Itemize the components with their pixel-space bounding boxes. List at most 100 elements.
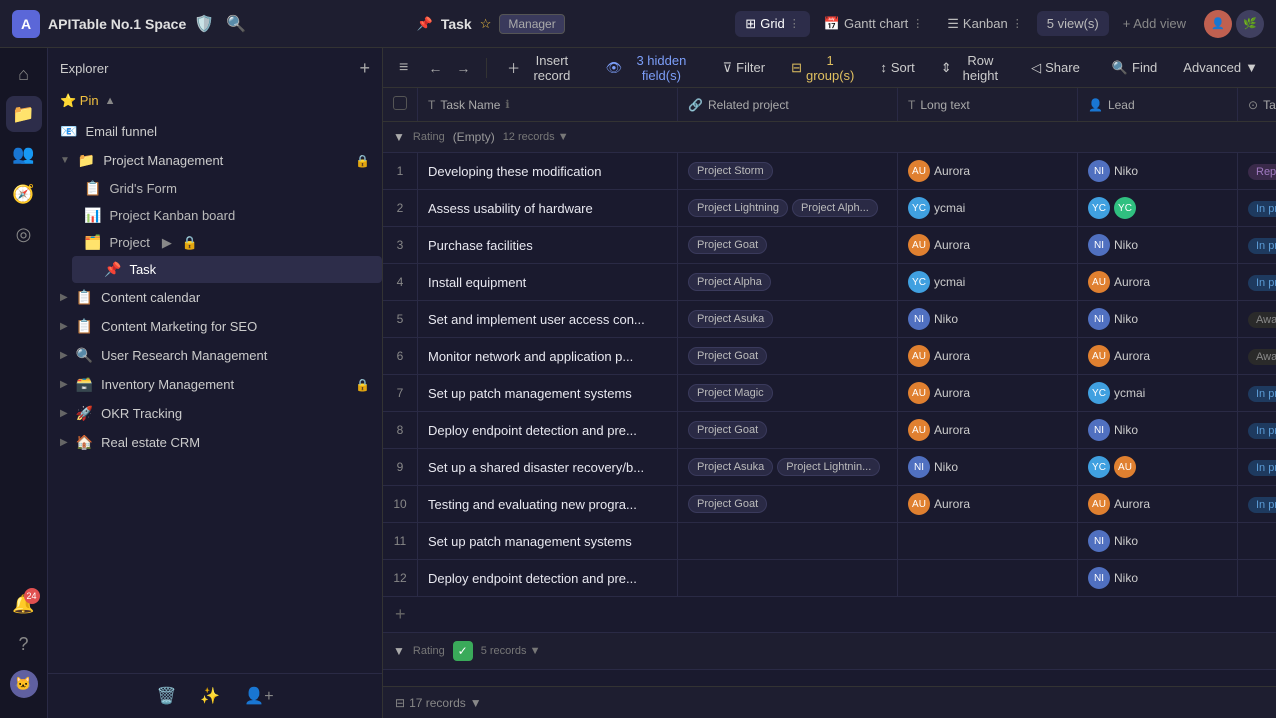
tab-gantt[interactable]: 📅 Gantt chart ⋮ — [814, 11, 934, 37]
workspace-name: APITable No.1 Space — [48, 16, 186, 32]
collapse-sidebar-button[interactable]: ≡ — [391, 55, 416, 81]
row-number: 5 — [383, 301, 418, 338]
status-cell: In prog... — [1238, 227, 1276, 264]
task-name-cell[interactable]: Set up patch management systems — [418, 523, 678, 560]
advanced-button[interactable]: Advanced ▼ — [1173, 56, 1268, 79]
task-name-cell[interactable]: Deploy endpoint detection and pre... — [418, 412, 678, 449]
group-button[interactable]: ⊟ 1 group(s) — [781, 49, 864, 87]
task-name-cell[interactable]: Set up patch management systems — [418, 375, 678, 412]
records-dropdown-icon[interactable]: ▼ — [470, 696, 482, 710]
advanced-chevron-icon: ▼ — [1245, 60, 1258, 75]
filter-button[interactable]: ⊽ Filter — [713, 56, 775, 80]
nav-icon-compass[interactable]: 🧭 — [6, 176, 42, 212]
nav-icon-help[interactable]: ? — [6, 626, 42, 662]
project-tag[interactable]: Project Asuka — [688, 310, 773, 328]
sidebar-item-label: Email funnel — [85, 124, 370, 139]
col-lead: 👤 Lead — [1078, 88, 1238, 122]
group-toggle-icon[interactable]: ▼ — [393, 130, 405, 144]
task-name-cell[interactable]: Set up a shared disaster recovery/b... — [418, 449, 678, 486]
insert-record-button[interactable]: ＋ Insert record — [497, 49, 589, 87]
find-button[interactable]: 🔍 Find — [1102, 56, 1167, 80]
col-info-icon[interactable]: ℹ — [505, 98, 509, 111]
sidebar-item-grids-form[interactable]: 📋 Grid's Form — [72, 175, 382, 202]
status-cell: In prog... — [1238, 264, 1276, 301]
task-name-cell[interactable]: Testing and evaluating new progra... — [418, 486, 678, 523]
project-tag[interactable]: Project Asuka — [688, 458, 773, 476]
task-name-cell[interactable]: Developing these modification — [418, 153, 678, 190]
gantt-more-icon[interactable]: ⋮ — [912, 17, 923, 30]
sidebar-item-email-funnel[interactable]: 📧 Email funnel — [48, 117, 382, 146]
nav-icon-user[interactable]: 🐱 — [6, 666, 42, 702]
add-row[interactable]: + — [383, 597, 1276, 633]
share-button[interactable]: ◁ Share — [1021, 56, 1090, 80]
hidden-fields-button[interactable]: 👁 3 hidden field(s) — [596, 49, 707, 87]
project-tag[interactable]: Project Goat — [688, 495, 767, 513]
add-row-button[interactable]: + — [383, 597, 1276, 633]
task-star-icon[interactable]: ☆ — [480, 16, 492, 32]
okr-icon: 🚀 — [76, 405, 93, 422]
tab-grid[interactable]: ⊞ Grid ⋮ — [735, 11, 809, 37]
project-tag[interactable]: Project Magic — [688, 384, 773, 402]
task-name-cell[interactable]: Set and implement user access con... — [418, 301, 678, 338]
row-height-button[interactable]: ⇕ Row height — [931, 49, 1015, 87]
select-all-checkbox[interactable] — [393, 96, 407, 110]
sidebar-magic-button[interactable]: ✨ — [200, 686, 220, 706]
task-name-cell[interactable]: Assess usability of hardware — [418, 190, 678, 227]
workspace-avatar[interactable]: A — [12, 10, 40, 38]
nav-icon-explorer[interactable]: 📁 — [6, 96, 42, 132]
project-tag[interactable]: Project Lightning — [688, 199, 788, 217]
sidebar-item-inventory[interactable]: ▶ 🗃️ Inventory Management 🔒 — [48, 370, 382, 399]
nav-icon-home[interactable]: ⌂ — [6, 56, 42, 92]
sidebar-item-task[interactable]: 📌 Task — [72, 256, 382, 283]
add-sidebar-item-button[interactable]: + — [359, 58, 370, 79]
sidebar-item-real-estate[interactable]: ▶ 🏠 Real estate CRM — [48, 428, 382, 457]
sidebar-item-content-calendar[interactable]: ▶ 📋 Content calendar — [48, 283, 382, 312]
sidebar-item-project-kanban[interactable]: 📊 Project Kanban board — [72, 202, 382, 229]
project-tag[interactable]: Project Storm — [688, 162, 773, 180]
avatar-name: Aurora — [934, 497, 970, 511]
sidebar-add-member-button[interactable]: 👤+ — [244, 686, 273, 706]
sidebar-trash-button[interactable]: 🗑️ — [156, 686, 176, 706]
add-view-button[interactable]: + Add view — [1113, 11, 1196, 36]
nav-back-button[interactable]: ← — [422, 56, 448, 80]
sidebar-item-content-marketing[interactable]: ▶ 📋 Content Marketing for SEO — [48, 312, 382, 341]
avatar-name: Aurora — [934, 164, 970, 178]
grid-more-icon[interactable]: ⋮ — [789, 17, 800, 30]
project-tag[interactable]: Project Alph... — [792, 199, 878, 217]
pin-label[interactable]: ⭐ Pin ▲ — [60, 93, 370, 109]
project-tag[interactable]: Project Goat — [688, 421, 767, 439]
nav-forward-button[interactable]: → — [450, 56, 476, 80]
project-tag[interactable]: Project Lightnin... — [777, 458, 880, 476]
nav-icon-members[interactable]: 👥 — [6, 136, 42, 172]
task-name-cell[interactable]: Monitor network and application p... — [418, 338, 678, 375]
sort-button[interactable]: ↕ Sort — [870, 56, 924, 79]
sidebar-item-label: Inventory Management — [101, 377, 347, 392]
col-checkbox[interactable] — [383, 88, 418, 122]
status-cell: In prog... — [1238, 375, 1276, 412]
explorer-label[interactable]: Explorer — [60, 61, 108, 76]
sidebar-item-project-management[interactable]: ▼ 📁 Project Management 🔒 — [48, 146, 382, 175]
status-cell: In prog... — [1238, 412, 1276, 449]
sidebar-item-user-research[interactable]: ▶ 🔍 User Research Management — [48, 341, 382, 370]
nav-icon-target[interactable]: ◎ — [6, 216, 42, 252]
group-toggle-icon[interactable]: ▼ — [393, 644, 405, 658]
project-tag[interactable]: Project Goat — [688, 236, 767, 254]
task-name-cell[interactable]: Install equipment — [418, 264, 678, 301]
more-views-button[interactable]: 5 view(s) — [1037, 11, 1109, 36]
sidebar-item-okr[interactable]: ▶ 🚀 OKR Tracking — [48, 399, 382, 428]
tab-kanban[interactable]: ☰ Kanban ⋮ — [937, 11, 1032, 37]
project-tag[interactable]: Project Goat — [688, 347, 767, 365]
task-name-cell[interactable]: Deploy endpoint detection and pre... — [418, 560, 678, 597]
task-name-cell[interactable]: Purchase facilities — [418, 227, 678, 264]
nav-icon-bell[interactable]: 🔔 24 — [6, 586, 42, 622]
project-tag[interactable]: Project Alpha — [688, 273, 771, 291]
search-button[interactable]: 🔍 — [226, 14, 246, 34]
status-cell: Awaiti... — [1238, 338, 1276, 375]
kanban-board-label: Project Kanban board — [109, 208, 235, 223]
kanban-more-icon[interactable]: ⋮ — [1012, 17, 1023, 30]
project-management-children: 📋 Grid's Form 📊 Project Kanban board 🗂️ … — [48, 175, 382, 283]
sidebar-item-project[interactable]: 🗂️ Project ▶ 🔒 — [72, 229, 382, 256]
real-estate-icon: 🏠 — [76, 434, 93, 451]
grid-table[interactable]: T Task Name ℹ 🔗 Related project — [383, 88, 1276, 686]
avatar: AU — [1114, 456, 1136, 478]
